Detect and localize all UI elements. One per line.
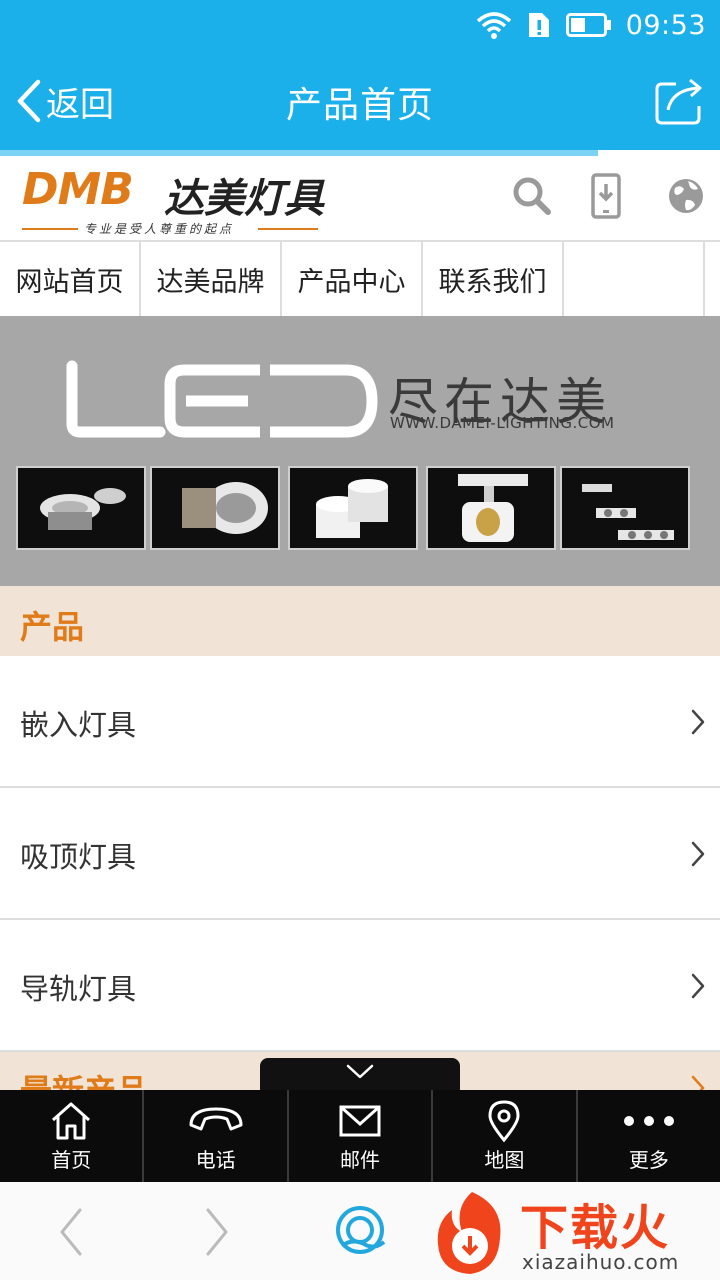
banner-url: WWW.DAMEI-LIGHTING.COM [390, 414, 615, 432]
banner-product-thumb [150, 466, 280, 550]
status-icons: 09:53 [476, 8, 706, 42]
watermark-text: 下载火 [520, 1200, 671, 1256]
toolbar-label: 首页 [51, 1148, 92, 1172]
logo-divider-left [22, 228, 78, 230]
watermark-url: xiazaihuo.com [522, 1250, 680, 1274]
banner-product-thumb [16, 466, 146, 550]
browser-home-button[interactable] [332, 1204, 388, 1260]
more-icon [623, 1116, 674, 1126]
browser-back-button[interactable] [44, 1204, 100, 1260]
search-icon [513, 177, 551, 215]
nav-item-contact[interactable]: 联系我们 [423, 242, 564, 316]
toolbar-label: 更多 [628, 1148, 669, 1172]
sim-alert-icon [528, 13, 549, 37]
wifi-icon [476, 12, 511, 39]
mobile-download-icon [591, 173, 621, 219]
language-button[interactable] [662, 172, 710, 220]
list-item-label: 嵌入灯具 [20, 708, 137, 742]
chevron-right-icon [206, 1208, 228, 1256]
status-bar: 09:53 [0, 0, 720, 50]
chevron-left-icon [60, 1208, 82, 1256]
mobile-download-button[interactable] [582, 172, 630, 220]
page-title: 产品首页 [285, 85, 434, 126]
banner-product-thumb [426, 466, 556, 550]
browser-nav-bar: 下载火 xiazaihuo.com [0, 1182, 720, 1280]
status-time: 09:53 [625, 9, 706, 41]
toolbar-home-button[interactable]: 首页 [0, 1090, 145, 1182]
logo-brand-en: DMB [22, 164, 134, 215]
browser-forward-button[interactable] [188, 1204, 244, 1260]
battery-icon [565, 13, 611, 37]
site-header: DMB 达美灯具 专业是受人尊重的起点 [0, 156, 720, 242]
app-bar: 返回 产品首页 [0, 50, 720, 150]
logo-brand-cn: 达美灯具 [164, 176, 324, 222]
chevron-right-icon [691, 973, 705, 999]
map-pin-icon [488, 1100, 520, 1143]
phone-icon [189, 1107, 243, 1131]
banner-product-thumb [560, 466, 690, 550]
site-logo[interactable]: DMB 达美灯具 专业是受人尊重的起点 [22, 162, 332, 238]
home-icon [52, 1102, 91, 1140]
banner-led-logo [66, 360, 378, 438]
section-title: 产品 [20, 608, 85, 646]
promo-banner[interactable]: 尽在达美 WWW.DAMEI-LIGHTING.COM [0, 316, 720, 586]
mail-icon [339, 1105, 381, 1137]
banner-product-thumb [288, 466, 418, 550]
list-item-recessed-lights[interactable]: 嵌入灯具 [0, 656, 720, 788]
globe-icon [669, 179, 703, 213]
toolbar-label: 邮件 [340, 1148, 381, 1172]
section-title: 最新产品 [20, 1072, 149, 1092]
nav-item-empty [564, 242, 705, 316]
chevron-down-icon [346, 1064, 374, 1079]
logo-divider-right [258, 228, 318, 230]
nav-item-home[interactable]: 网站首页 [0, 242, 141, 316]
toolbar-map-button[interactable]: 地图 [433, 1090, 578, 1182]
share-button[interactable] [654, 76, 704, 126]
nav-item-brand[interactable]: 达美品牌 [141, 242, 282, 316]
logo-slogan: 专业是受人尊重的起点 [84, 222, 235, 236]
toolbar-mail-button[interactable]: 邮件 [289, 1090, 434, 1182]
nav-item-products[interactable]: 产品中心 [282, 242, 423, 316]
products-section-header: 产品 [0, 586, 720, 656]
list-item-track-lights[interactable]: 导轨灯具 [0, 920, 720, 1052]
watermark: 下载火 xiazaihuo.com [428, 1186, 720, 1280]
share-icon [655, 78, 702, 125]
list-item-ceiling-lights[interactable]: 吸顶灯具 [0, 788, 720, 920]
flame-icon [437, 1192, 501, 1274]
bottom-toolbar: 首页 电话 邮件 地图 更多 [0, 1090, 720, 1182]
toolbar-phone-button[interactable]: 电话 [144, 1090, 289, 1182]
toolbar-label: 电话 [195, 1148, 236, 1172]
list-item-label: 导轨灯具 [20, 972, 137, 1006]
list-item-label: 吸顶灯具 [20, 840, 137, 874]
browser-logo-icon [336, 1206, 386, 1254]
chevron-right-icon [691, 841, 705, 867]
main-nav: 网站首页 达美品牌 产品中心 联系我们 [0, 242, 720, 316]
toolbar-more-button[interactable]: 更多 [578, 1090, 720, 1182]
toolbar-label: 地图 [484, 1148, 525, 1172]
collapse-toolbar-button[interactable] [260, 1058, 460, 1092]
search-button[interactable] [508, 172, 556, 220]
chevron-right-icon [691, 709, 705, 735]
